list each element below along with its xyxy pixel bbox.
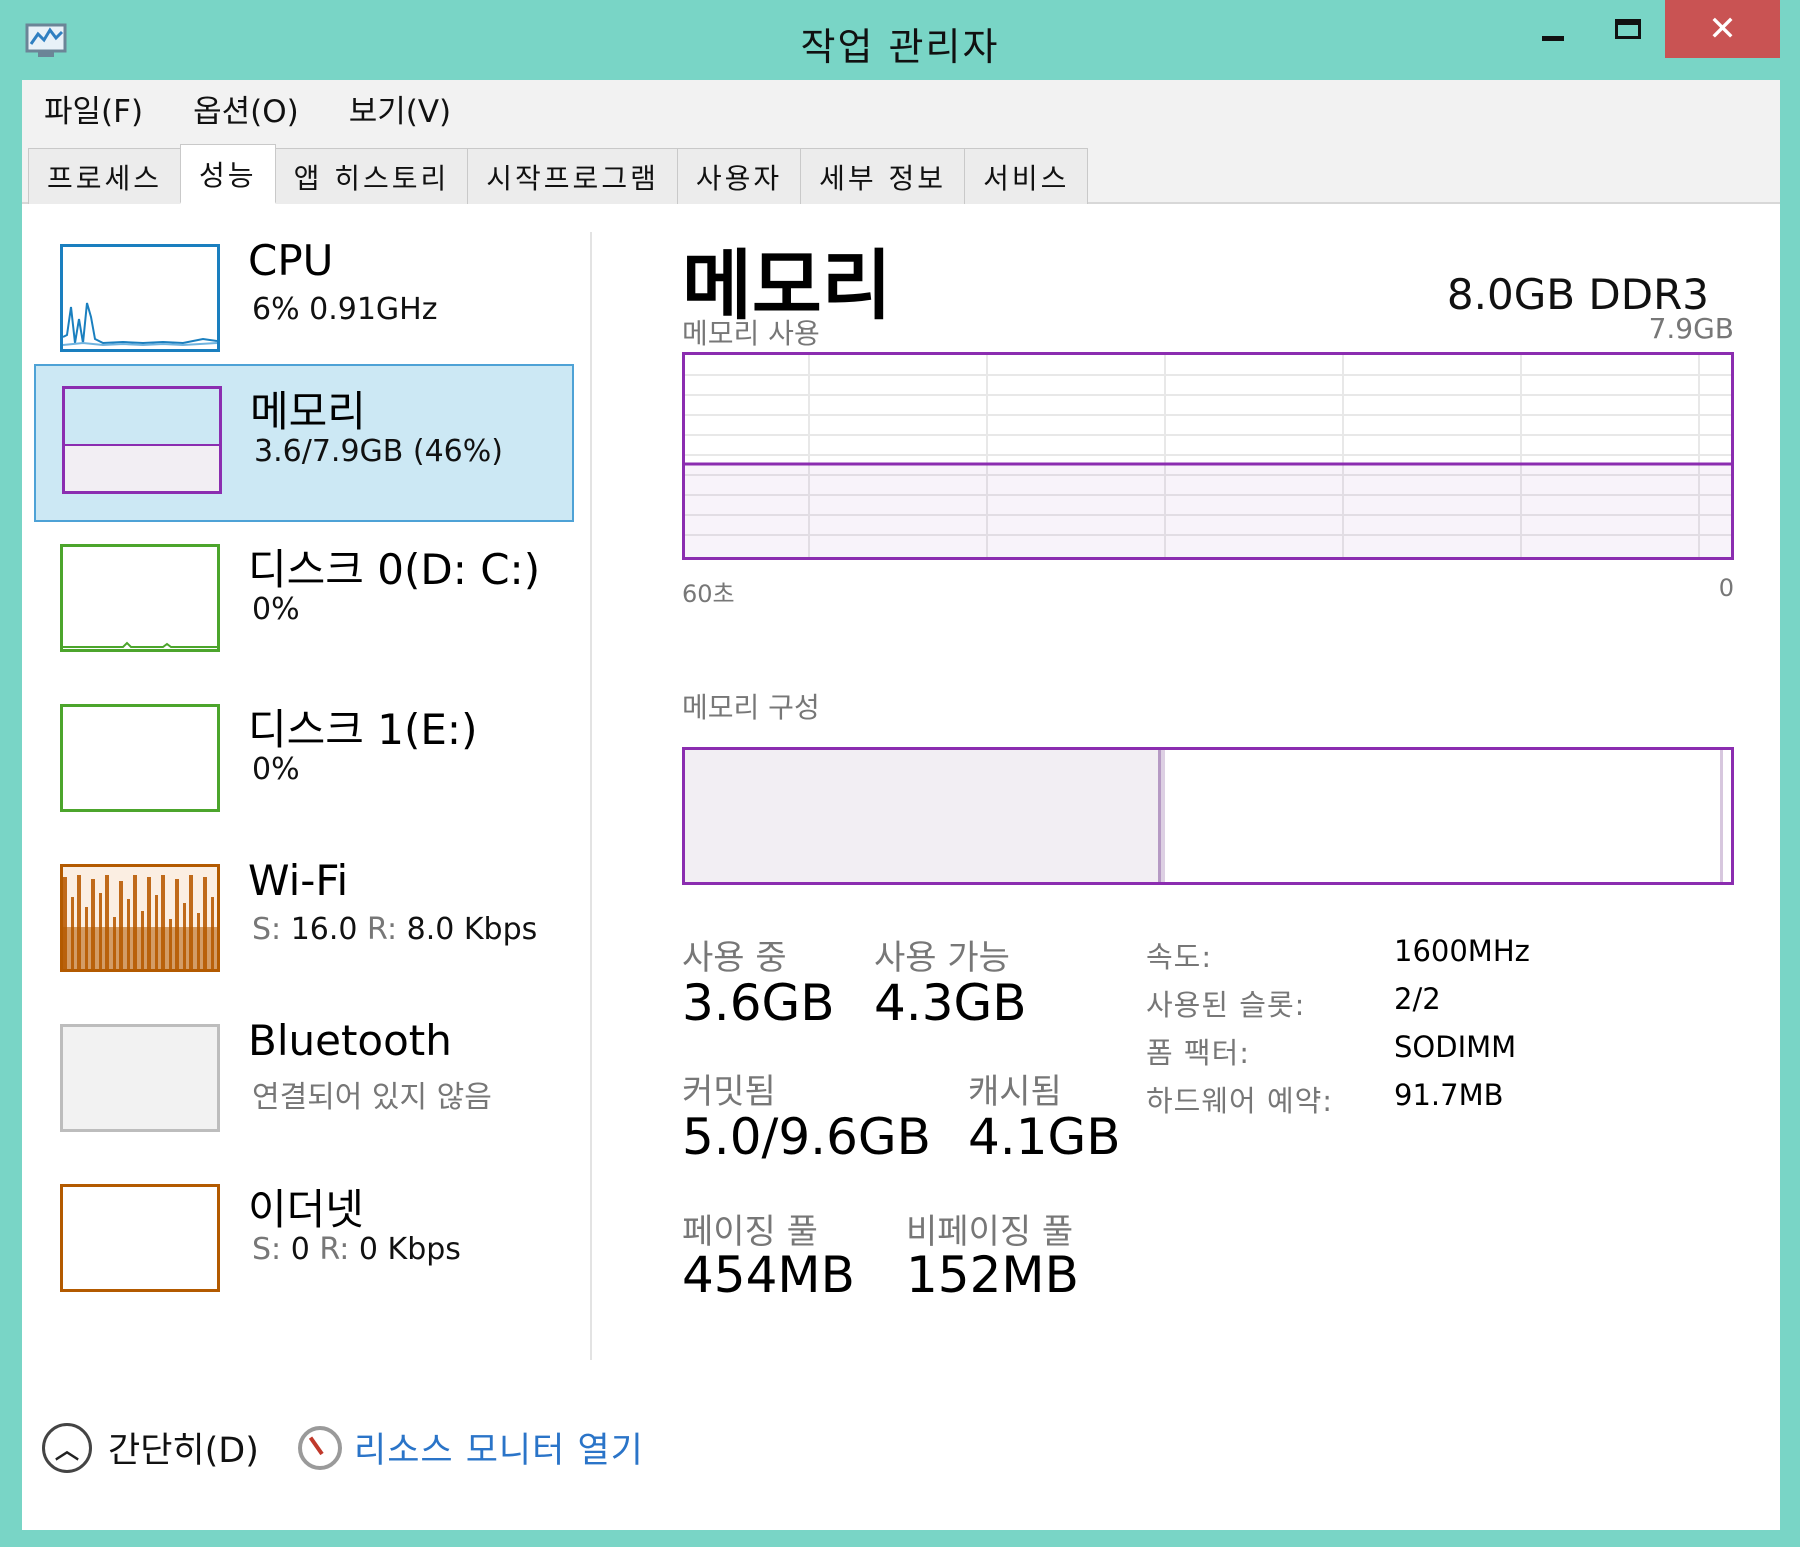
composition-free [1720,750,1723,882]
speed-label: 속도: [1146,940,1213,974]
paged-pool-value: 454MB [682,1246,855,1304]
detail-pane: 메모리 8.0GB DDR3 메모리 사용 7.9GB 60초 0 메모리 구성… [662,204,1742,1404]
disk0-mini-graph [60,544,220,652]
committed-label: 커밋됨 [682,1072,776,1112]
hardware-reserved-value: 91.7MB [1394,1078,1504,1112]
time-axis-left: 60초 [682,580,735,608]
close-icon: ✕ [1708,9,1737,49]
resource-value: 연결되어 있지 않음 [252,1080,492,1115]
in-use-label: 사용 중 [682,938,787,978]
memory-usage-graph [682,352,1734,560]
footer-bar: ︿ 간단히(D) 리소스 모니터 열기 [22,1400,1780,1530]
ethernet-mini-graph [60,1184,220,1292]
wifi-mini-graph [60,864,220,972]
fewer-details-label: 간단히(D) [108,1431,259,1471]
cpu-mini-graph [60,244,220,352]
send-value: 0 [290,1232,310,1267]
committed-value: 5.0/9.6GB [682,1108,931,1166]
close-button[interactable]: ✕ [1665,0,1780,58]
minimize-icon [1541,35,1564,41]
resource-value: S: 16.0 R: 8.0 Kbps [252,912,537,947]
maximize-icon [1614,19,1641,39]
tab-startup[interactable]: 시작프로그램 [467,148,678,204]
hardware-reserved-label: 하드웨어 예약: [1146,1084,1334,1118]
usage-graph-label: 메모리 사용 [682,317,820,350]
composition-label: 메모리 구성 [682,691,820,724]
resource-disk-1[interactable]: 디스크 1(E:) 0% [34,684,574,842]
form-factor-value: SODIMM [1394,1030,1517,1064]
menu-options[interactable]: 옵션(O) [171,86,321,131]
resource-value: 6% 0.91GHz [252,292,438,327]
tab-bar: 프로세스 성능 앱 히스토리 시작프로그램 사용자 세부 정보 서비스 [22,136,1780,204]
resource-monitor-label: 리소스 모니터 열기 [354,1431,644,1471]
slots-used-value: 2/2 [1394,982,1441,1016]
tab-users[interactable]: 사용자 [676,148,802,204]
maximize-button[interactable] [1590,0,1665,58]
tab-performance[interactable]: 성능 [180,144,276,204]
send-label: S: [252,1232,282,1267]
available-label: 사용 가능 [874,938,1010,978]
open-resource-monitor-link[interactable]: 리소스 모니터 열기 [298,1422,644,1473]
memory-composition-bar[interactable] [682,747,1734,885]
resource-value: S: 0 R: 0 Kbps [252,1232,461,1267]
tab-services[interactable]: 서비스 [964,148,1089,204]
cached-value: 4.1GB [968,1108,1121,1166]
resource-memory[interactable]: 메모리 3.6/7.9GB (46%) [34,364,574,522]
cached-label: 캐시됨 [968,1072,1062,1112]
resource-name: 디스크 1(E:) [248,705,478,754]
receive-value: 0 Kbps [358,1232,461,1267]
resource-name: 이더넷 [248,1185,364,1234]
composition-in-use [685,750,1161,882]
bluetooth-mini-graph [60,1024,220,1132]
receive-label: R: [319,1232,350,1267]
tab-details[interactable]: 세부 정보 [800,148,966,204]
form-factor-label: 폼 팩터: [1146,1036,1251,1070]
receive-value: 8.0 Kbps [406,912,538,947]
resource-cpu[interactable]: CPU 6% 0.91GHz [34,224,574,382]
tab-processes[interactable]: 프로세스 [28,148,182,204]
menu-file[interactable]: 파일(F) [22,86,165,131]
resource-disk-0[interactable]: 디스크 0(D: C:) 0% [34,524,574,682]
time-axis-right: 0 [1718,574,1734,602]
disk1-mini-graph [60,704,220,812]
resource-name: 디스크 0(D: C:) [248,545,541,594]
panel-divider[interactable] [590,232,592,1360]
minimize-button[interactable] [1515,0,1590,58]
available-value: 4.3GB [874,974,1027,1032]
send-label: S: [252,912,282,947]
resource-bluetooth[interactable]: Bluetooth 연결되어 있지 않음 [34,1004,574,1162]
memory-mini-graph [62,386,222,494]
menu-view[interactable]: 보기(V) [327,86,473,131]
resource-monitor-icon [298,1425,342,1470]
nonpaged-pool-value: 152MB [906,1246,1079,1304]
resource-list: CPU 6% 0.91GHz 메모리 3.6/7.9GB (46%) 디스크 0… [22,204,597,1400]
in-use-value: 3.6GB [682,974,835,1032]
tab-app-history[interactable]: 앱 히스토리 [274,148,469,204]
resource-name: Bluetooth [248,1016,452,1065]
resource-name: 메모리 [250,387,366,436]
resource-value: 0% [252,592,300,627]
menu-bar: 파일(F) 옵션(O) 보기(V) [22,80,1780,136]
resource-value: 3.6/7.9GB (46%) [254,434,503,469]
resource-name: CPU [248,236,334,285]
send-value: 16.0 [290,912,358,947]
receive-label: R: [367,912,398,947]
usage-graph-max: 7.9GB [1648,312,1734,345]
resource-value: 0% [252,752,300,787]
resource-ethernet[interactable]: 이더넷 S: 0 R: 0 Kbps [34,1164,574,1322]
composition-modified [1161,750,1165,882]
resource-name: Wi-Fi [248,856,349,905]
slots-used-label: 사용된 슬롯: [1146,988,1306,1022]
chevron-up-icon: ︿ [42,1422,92,1473]
resource-wifi[interactable]: Wi-Fi S: 16.0 R: 8.0 Kbps [34,844,574,1002]
fewer-details-button[interactable]: ︿ 간단히(D) [42,1422,259,1473]
title-bar: 작업 관리자 ✕ [0,0,1800,80]
window-client: 파일(F) 옵션(O) 보기(V) 프로세스 성능 앱 히스토리 시작프로그램 … [22,80,1780,1530]
speed-value: 1600MHz [1394,934,1530,968]
